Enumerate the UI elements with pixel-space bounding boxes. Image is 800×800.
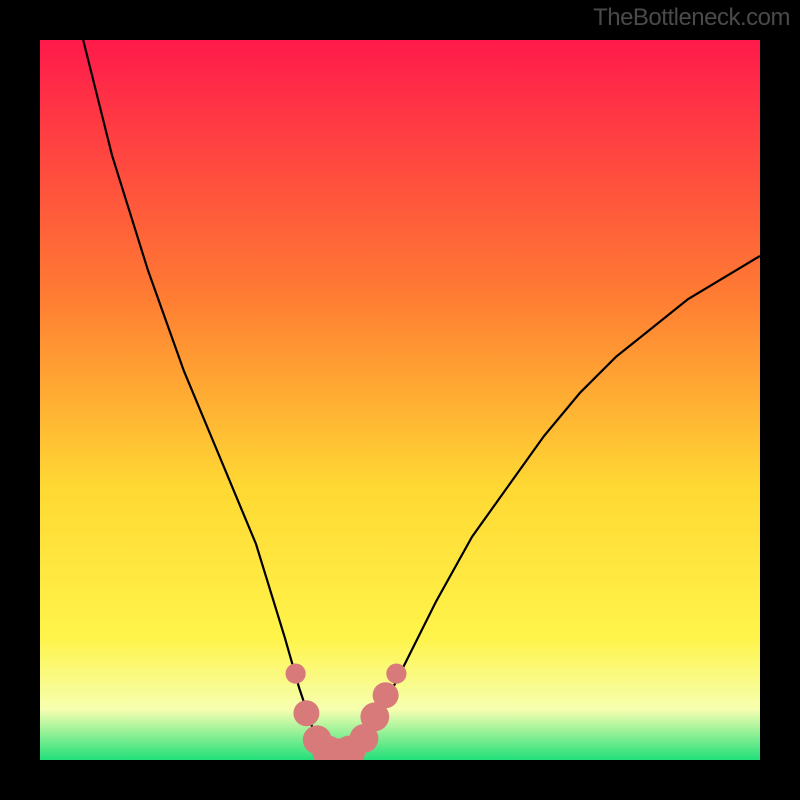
outer-frame: TheBottleneck.com [0, 0, 800, 800]
bottleneck-chart [40, 40, 760, 760]
marker-point [373, 682, 399, 708]
gradient-background [40, 40, 760, 760]
marker-point [386, 664, 406, 684]
marker-point [293, 700, 319, 726]
plot-area [40, 40, 760, 760]
marker-point [286, 664, 306, 684]
watermark-text: TheBottleneck.com [593, 4, 790, 32]
